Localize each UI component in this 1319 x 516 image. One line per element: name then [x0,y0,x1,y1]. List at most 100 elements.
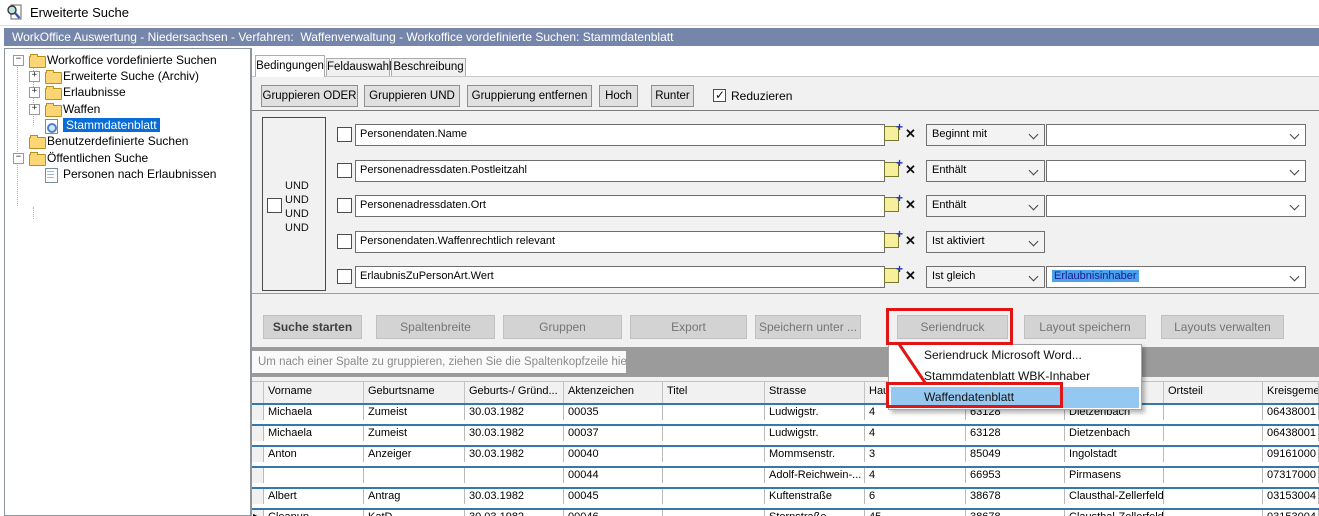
column-header-col0[interactable] [252,382,264,403]
table-cell[interactable]: Zumeist [364,426,465,441]
menu-item-stammdatenblatt-wbk-inhaber[interactable]: Stammdatenblatt WBK-Inhaber [889,366,1141,387]
value-combobox[interactable] [1046,160,1306,182]
delete-condition-icon[interactable]: ✕ [905,125,916,143]
row-selector-cell[interactable] [252,489,264,504]
table-cell[interactable] [1164,468,1263,483]
table-cell[interactable] [663,489,765,504]
value-combobox[interactable] [1046,124,1306,146]
table-cell[interactable]: 4 [865,426,966,441]
table-cell[interactable]: 63128 [966,426,1065,441]
table-cell[interactable] [663,405,765,420]
spaltenbreite-button[interactable]: Spaltenbreite [376,315,495,339]
collapse-icon[interactable]: − [13,153,24,164]
gruppen-button[interactable]: Gruppen [503,315,622,339]
column-header-vorname[interactable]: Vorname [264,382,364,403]
table-cell[interactable] [663,468,765,483]
add-field-icon[interactable] [884,197,899,212]
table-cell[interactable]: 6 [865,489,966,504]
table-cell[interactable]: 00045 [564,489,663,504]
tree-item-stammdatenblatt[interactable]: Stammdatenblatt [5,117,250,133]
operator-combobox[interactable]: Ist aktiviert [926,231,1045,253]
column-header-titel[interactable]: Titel [663,382,765,403]
table-row[interactable]: AntonAnzeiger30.03.198200040Mommsenstr.3… [252,445,1319,468]
table-row[interactable]: 00044Adolf-Reichwein-...466953Pirmasens0… [252,466,1319,489]
table-cell[interactable]: Adolf-Reichwein-... [765,468,865,483]
table-cell[interactable]: 00035 [564,405,663,420]
condition-field-input[interactable]: Personenadressdaten.Ort [355,195,885,217]
table-cell[interactable]: Albert [264,489,364,504]
gruppieren-und-button[interactable]: Gruppieren UND [364,85,460,107]
table-row[interactable]: AlbertAntrag30.03.198200045Kuftenstraße6… [252,487,1319,510]
menu-item-seriendruck-microsoft-word[interactable]: Seriendruck Microsoft Word... [889,345,1141,366]
table-cell[interactable]: KatD [364,510,465,516]
export-button[interactable]: Export [630,315,747,339]
table-cell[interactable] [1164,405,1263,420]
condition-field-input[interactable]: Personendaten.Waffenrechtlich relevant [355,231,885,253]
gruppieren-oder-button[interactable]: Gruppieren ODER [261,85,358,107]
operator-combobox[interactable]: Enthält [926,195,1045,217]
table-cell[interactable]: 30.03.1982 [465,510,564,516]
tab-beschreibung[interactable]: Beschreibung [391,58,466,76]
add-field-icon[interactable] [884,162,899,177]
reduzieren-checkbox[interactable] [713,89,726,102]
layout-speichern-button[interactable]: Layout speichern [1024,315,1146,339]
add-field-icon[interactable] [884,268,899,283]
delete-condition-icon[interactable]: ✕ [905,196,916,214]
table-cell[interactable]: Cleanup [264,510,364,516]
table-cell[interactable] [663,426,765,441]
table-cell[interactable] [663,447,765,462]
tree-item-workoffice-vordefinierte-suchen[interactable]: −Workoffice vordefinierte Suchen [5,52,250,68]
table-cell[interactable] [465,468,564,483]
condition-field-input[interactable]: Personendaten.Name [355,124,885,146]
column-header-ortsteil[interactable]: Ortsteil [1164,382,1263,403]
table-cell[interactable]: Mommsenstr. [765,447,865,462]
table-cell[interactable]: 85049 [966,447,1065,462]
operator-combobox[interactable]: Enthält [926,160,1045,182]
table-cell[interactable]: 38678 [966,510,1065,516]
table-cell[interactable] [1164,489,1263,504]
suche-starten-button[interactable]: Suche starten [263,315,362,339]
table-cell[interactable]: 00046 [564,510,663,516]
table-cell[interactable]: 00037 [564,426,663,441]
tree-item-erweiterte-suche-archiv[interactable]: +Erweiterte Suche (Archiv) [5,68,250,84]
table-cell[interactable] [663,510,765,516]
table-cell[interactable] [1164,447,1263,462]
table-cell[interactable]: Ingolstadt [1065,447,1164,462]
column-header-kreisgemein[interactable]: Kreisgemein [1263,382,1319,403]
delete-condition-icon[interactable]: ✕ [905,232,916,250]
column-header-aktenzeichen[interactable]: Aktenzeichen [564,382,663,403]
column-header-strasse[interactable]: Strasse [765,382,865,403]
condition-field-input[interactable]: ErlaubnisZuPersonArt.Wert [355,266,885,288]
table-cell[interactable]: 66953 [966,468,1065,483]
delete-condition-icon[interactable]: ✕ [905,267,916,285]
condition-row-checkbox[interactable] [337,269,352,284]
runter-button[interactable]: Runter [651,85,694,107]
tree-item-ffentlichen-suche[interactable]: −Öffentlichen Suche [5,150,250,166]
tree-item-waffen[interactable]: +Waffen [5,101,250,117]
column-header-geburts-gr-nd[interactable]: Geburts-/ Gründ... [465,382,564,403]
expand-icon[interactable]: + [29,104,40,115]
table-cell[interactable]: 30.03.1982 [465,447,564,462]
hoch-button[interactable]: Hoch [599,85,638,107]
condition-row-checkbox[interactable] [337,163,352,178]
table-cell[interactable]: 30.03.1982 [465,405,564,420]
table-cell[interactable] [264,468,364,483]
table-cell[interactable]: 00040 [564,447,663,462]
table-row[interactable]: ▶CleanupKatD30.03.198200046Sternstraße45… [252,508,1319,516]
table-cell[interactable]: 30.03.1982 [465,489,564,504]
row-selector-cell[interactable] [252,447,264,462]
table-cell[interactable]: Anzeiger [364,447,465,462]
value-combobox[interactable]: Erlaubnisinhaber [1046,266,1306,288]
table-cell[interactable]: 45 [865,510,966,516]
column-header-geburtsname[interactable]: Geburtsname [364,382,465,403]
delete-condition-icon[interactable]: ✕ [905,161,916,179]
value-combobox[interactable] [1046,195,1306,217]
table-cell[interactable] [1164,426,1263,441]
table-cell[interactable]: Michaela [264,405,364,420]
speichern-unter-button[interactable]: Speichern unter ... [755,315,861,339]
tree-item-benutzerdefinierte-suchen[interactable]: Benutzerdefinierte Suchen [5,133,250,149]
tab-bedingungen[interactable]: Bedingungen [255,55,325,77]
expand-icon[interactable]: + [29,71,40,82]
condition-row-checkbox[interactable] [337,198,352,213]
row-selector-cell[interactable] [252,426,264,441]
